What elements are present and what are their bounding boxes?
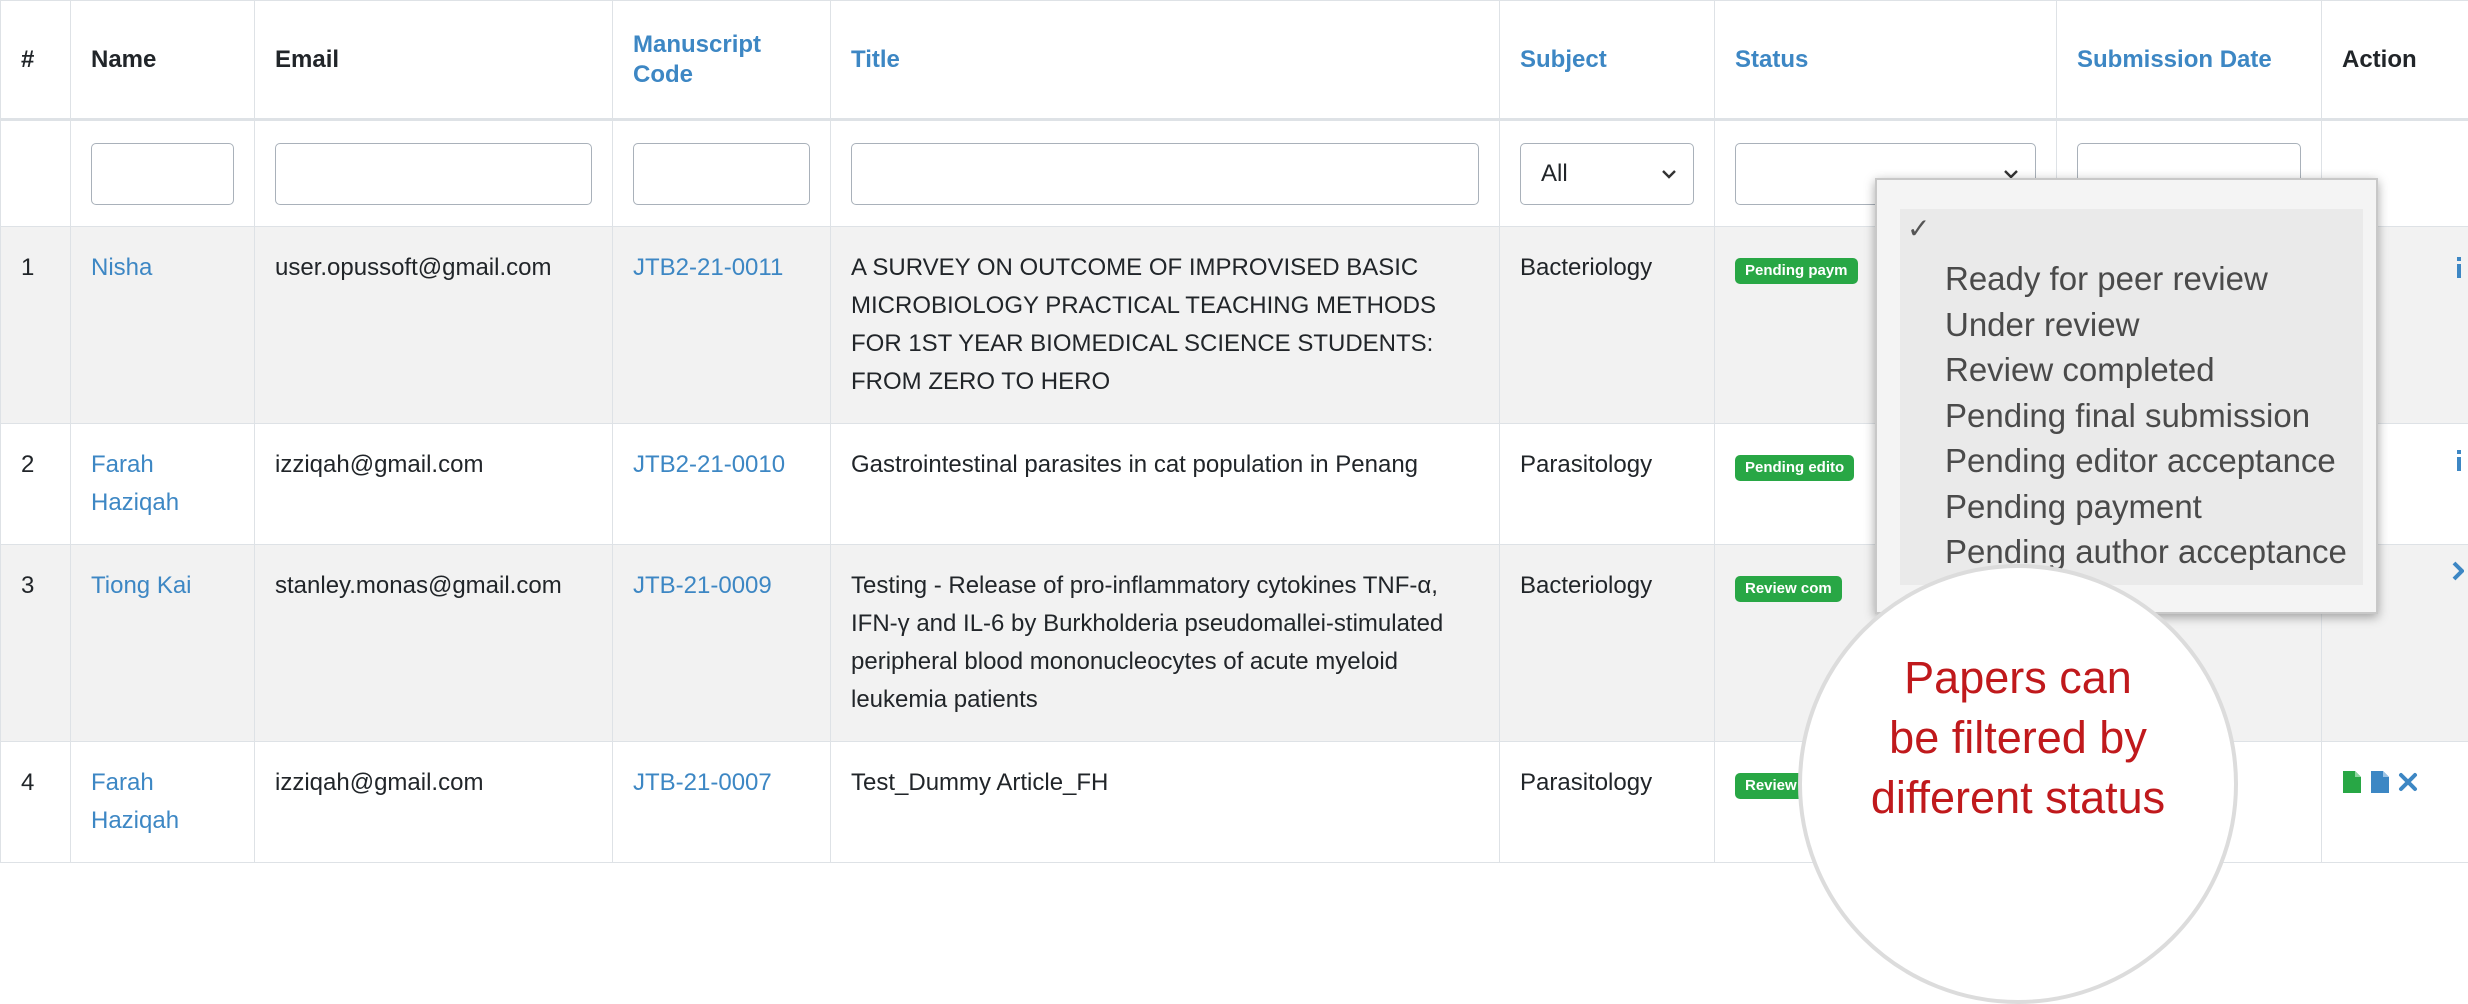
name-filter-input[interactable] xyxy=(91,143,234,205)
status-badge: Pending paym xyxy=(1735,258,1858,284)
status-option-review-completed[interactable]: Review completed xyxy=(1945,347,2347,393)
delete-x-icon[interactable] xyxy=(2398,772,2418,792)
author-name-link[interactable]: Tiong Kai xyxy=(91,572,192,599)
manuscript-subject: Bacteriology xyxy=(1500,545,1715,742)
row-index: 3 xyxy=(1,545,71,742)
delete-x-icon[interactable] xyxy=(2452,560,2464,582)
col-submission-date[interactable]: Submission Date xyxy=(2057,1,2322,120)
author-name-link[interactable]: Nisha xyxy=(91,254,152,281)
manuscript-title: Gastrointestinal parasites in cat popula… xyxy=(831,424,1500,545)
manuscript-code-link[interactable]: JTB2-21-0010 xyxy=(633,451,785,478)
manuscript-title: Test_Dummy Article_FH xyxy=(831,742,1500,863)
annotation-line: Papers can xyxy=(1798,648,2238,708)
col-email: Email xyxy=(255,1,613,120)
col-manuscript-code-label: Manuscript Code xyxy=(633,30,783,90)
status-option-under-review[interactable]: Under review xyxy=(1945,302,2347,348)
info-icon[interactable] xyxy=(2454,448,2464,472)
row-index: 4 xyxy=(1,742,71,863)
col-action: Action xyxy=(2322,1,2468,120)
manuscript-subject: Parasitology xyxy=(1500,424,1715,545)
author-name-link[interactable]: Farah Haziqah xyxy=(91,769,179,834)
col-subject[interactable]: Subject xyxy=(1500,1,1715,120)
header-row: # Name Email Manuscript Code Title Subje… xyxy=(1,1,2468,120)
status-option-list: Ready for peer review Under review Revie… xyxy=(1945,256,2347,575)
author-email: stanley.monas@gmail.com xyxy=(255,545,613,742)
manuscript-code-link[interactable]: JTB-21-0009 xyxy=(633,572,772,599)
status-badge: Review xyxy=(1735,773,1807,799)
status-badge: Pending edito xyxy=(1735,455,1854,481)
subject-filter-select[interactable]: All xyxy=(1520,143,1694,205)
filter-cell-index xyxy=(1,120,71,227)
annotation-line: be filtered by xyxy=(1798,708,2238,768)
author-name-link[interactable]: Farah Haziqah xyxy=(91,451,179,516)
title-filter-input[interactable] xyxy=(851,143,1479,205)
email-filter-input[interactable] xyxy=(275,143,592,205)
chevron-down-icon xyxy=(1661,166,1677,182)
status-option-pending-payment[interactable]: Pending payment xyxy=(1945,484,2347,530)
manuscript-subject: Parasitology xyxy=(1500,742,1715,863)
col-manuscript-code[interactable]: Manuscript Code xyxy=(613,1,831,120)
col-status[interactable]: Status xyxy=(1715,1,2057,120)
document-green-icon[interactable] xyxy=(2342,770,2362,794)
subject-filter-value: All xyxy=(1541,160,1568,188)
manuscript-title: A SURVEY ON OUTCOME OF IMPROVISED BASIC … xyxy=(831,227,1500,424)
status-option-pending-editor-acceptance[interactable]: Pending editor acceptance xyxy=(1945,438,2347,484)
manuscript-code-link[interactable]: JTB-21-0007 xyxy=(633,769,772,796)
status-badge: Review com xyxy=(1735,576,1842,602)
col-name: Name xyxy=(71,1,255,120)
status-option-pending-final-submission[interactable]: Pending final submission xyxy=(1945,393,2347,439)
manuscript-subject: Bacteriology xyxy=(1500,227,1715,424)
annotation-line: different status xyxy=(1798,768,2238,828)
document-blue-icon[interactable] xyxy=(2370,770,2390,794)
info-icon[interactable] xyxy=(2454,255,2464,279)
col-index: # xyxy=(1,1,71,120)
check-mark-icon: ✓ xyxy=(1907,212,1930,245)
row-index: 2 xyxy=(1,424,71,545)
row-actions xyxy=(2342,764,2448,794)
row-index: 1 xyxy=(1,227,71,424)
manuscript-code-link[interactable]: JTB2-21-0011 xyxy=(633,254,783,281)
author-email: user.opussoft@gmail.com xyxy=(255,227,613,424)
author-email: izziqah@gmail.com xyxy=(255,742,613,863)
manuscript-title: Testing - Release of pro-inflammatory cy… xyxy=(831,545,1500,742)
author-email: izziqah@gmail.com xyxy=(255,424,613,545)
col-title[interactable]: Title xyxy=(831,1,1500,120)
code-filter-input[interactable] xyxy=(633,143,810,205)
annotation-text: Papers can be filtered by different stat… xyxy=(1798,648,2238,828)
status-option-ready-for-peer-review[interactable]: Ready for peer review xyxy=(1945,256,2347,302)
